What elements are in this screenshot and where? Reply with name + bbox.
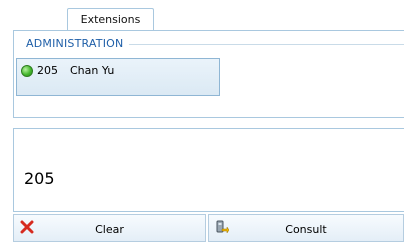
tab-extensions-label: Extensions bbox=[80, 13, 141, 26]
extensions-panel: ADMINISTRATION 205 Chan Yu bbox=[13, 30, 404, 118]
extension-name: Chan Yu bbox=[70, 64, 115, 77]
dial-input[interactable]: 205 bbox=[13, 128, 404, 212]
consult-button-label: Consult bbox=[285, 223, 327, 236]
clear-button-label: Clear bbox=[95, 223, 124, 236]
group-title: ADMINISTRATION bbox=[26, 37, 130, 50]
extension-row[interactable]: 205 Chan Yu bbox=[16, 58, 220, 96]
green-status-dot-icon bbox=[21, 65, 33, 77]
group-divider bbox=[124, 44, 404, 45]
tab-extensions[interactable]: Extensions bbox=[67, 8, 154, 31]
consult-button[interactable]: Consult bbox=[208, 214, 404, 242]
clear-button[interactable]: Clear bbox=[13, 214, 206, 242]
extension-number: 205 bbox=[37, 64, 58, 77]
dial-input-value: 205 bbox=[24, 169, 55, 188]
